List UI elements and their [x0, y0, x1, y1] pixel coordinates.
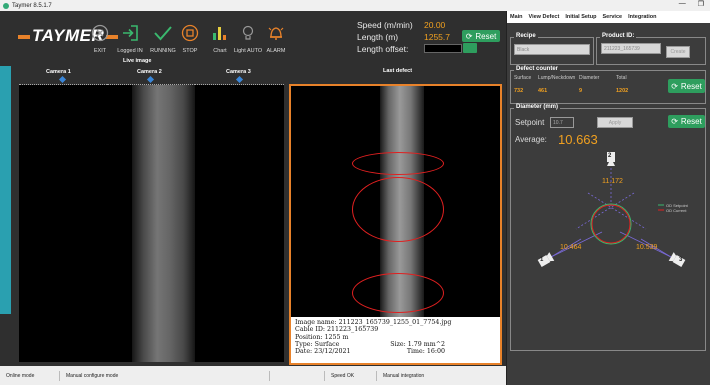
tab-service[interactable]: Service	[599, 11, 625, 23]
counter-reset-button[interactable]: ⟳ Reset	[668, 79, 705, 93]
app-icon	[3, 2, 9, 9]
counter-value-lump: 461	[538, 88, 548, 94]
defect-marker	[352, 273, 444, 313]
camera-2-slider[interactable]	[107, 75, 195, 85]
speed-value: 20.00	[424, 20, 446, 30]
length-reset-button[interactable]: ⟳ Reset	[462, 30, 500, 42]
live-image	[19, 85, 284, 362]
refresh-icon: ⟳	[465, 31, 473, 41]
status-mode: Online mode	[0, 370, 60, 381]
counter-header-diameter: Diameter	[579, 75, 600, 81]
length-offset-input[interactable]	[424, 44, 462, 53]
offset-apply-button[interactable]	[463, 43, 477, 53]
camera-3-marker: 3	[679, 257, 683, 263]
product-id-input[interactable]: 211223_165739	[601, 43, 661, 54]
slider-knob[interactable]	[146, 75, 155, 84]
defect-cable-id: Cable ID: 211223_165739	[295, 326, 379, 334]
status-bar: Online mode Manual configure mode Speed …	[0, 366, 506, 385]
login-button[interactable]: Logged IN	[112, 24, 148, 54]
product-id-group: Product ID: 211223_165739 Create	[596, 33, 706, 65]
recipe-title: Recipe	[514, 33, 538, 39]
create-button[interactable]: Create	[666, 46, 690, 58]
counter-header-total: Total	[616, 75, 627, 81]
maximize-button[interactable]: ❐	[698, 0, 704, 8]
counter-header-surface: Surface	[514, 75, 532, 81]
counter-value-diameter: 9	[579, 88, 583, 94]
window-title: Taymer 8.5.1.7	[12, 2, 52, 9]
alarm-button[interactable]: ALARM	[258, 24, 294, 54]
tab-initial-setup[interactable]: Initial Setup	[562, 11, 599, 23]
product-id-title: Product ID:	[600, 33, 637, 39]
defect-counter-group: Defect counter Surface Lump/Neckdown Dia…	[510, 66, 706, 104]
status-integration: Manual integration	[383, 372, 425, 379]
reading-camera-1: 10.464	[560, 244, 582, 251]
defect-marker	[352, 177, 444, 242]
legend-current: OD Current	[666, 208, 687, 213]
reading-camera-3: 10.539	[636, 244, 658, 251]
tab-main[interactable]: Main	[507, 11, 526, 23]
status-blank	[270, 370, 325, 381]
defect-counter-title: Defect counter	[514, 66, 561, 72]
status-speed: Speed OK	[325, 370, 377, 381]
length-label: Length (m)	[357, 32, 399, 42]
defect-time: Time: 16:00	[406, 348, 445, 356]
reading-camera-2: 11.172	[602, 178, 623, 185]
checkmark-icon	[154, 26, 172, 41]
camera-2-label: Camera 2	[137, 69, 162, 75]
defect-size: Size: 1.79 mm^2	[390, 340, 445, 348]
lightbulb-icon	[242, 25, 254, 40]
close-circle-icon	[91, 24, 109, 42]
diameter-group: Diameter (mm) Setpoint 10.7 Apply ⟳ Reset…	[510, 104, 706, 351]
camera-1-slider[interactable]	[19, 75, 107, 85]
defect-marker	[352, 152, 444, 175]
defect-info: Image name: 211223_165739_1255_01_7754.j…	[291, 317, 500, 363]
last-defect-caption: Last defect	[383, 68, 413, 74]
title-bar: Taymer 8.5.1.7 — ❐	[0, 0, 710, 11]
live-image-caption: Live image	[123, 58, 152, 64]
bar-chart-icon	[213, 27, 226, 40]
alarm-bell-icon	[268, 27, 284, 40]
camera-1-label: Camera 1	[46, 69, 71, 75]
counter-value-surface: 732	[514, 88, 524, 94]
slider-knob[interactable]	[235, 75, 243, 84]
defect-image-name: Image name: 211223_165739_1255_01_7754.j…	[295, 319, 452, 326]
login-icon	[123, 25, 138, 41]
slider-knob[interactable]	[58, 75, 67, 84]
defect-type: Type: Surface	[295, 340, 340, 348]
cable-image	[132, 85, 195, 362]
length-value: 1255.7	[424, 32, 450, 42]
counter-header-lump: Lump/Neckdown	[538, 75, 576, 81]
defect-date: Date: 23/12/2021	[295, 348, 351, 356]
status-configure: Manual configure mode	[60, 370, 270, 381]
recipe-select[interactable]: Black	[514, 44, 590, 55]
minimize-button[interactable]: —	[679, 0, 686, 8]
diameter-diagram	[537, 152, 686, 267]
stop-icon	[181, 24, 199, 42]
settings-panel: Main View Defect Initial Setup Service I…	[506, 11, 710, 385]
camera-1-marker: 1	[540, 257, 544, 263]
last-defect-panel: Image name: 211223_165739_1255_01_7754.j…	[289, 84, 502, 365]
refresh-icon: ⟳	[671, 81, 678, 91]
tab-integration[interactable]: Integration	[625, 11, 659, 23]
speed-label: Speed (m/min)	[357, 20, 413, 30]
recipe-group: Recipe Black	[510, 33, 594, 65]
tab-view-defect[interactable]: View Defect	[526, 11, 563, 23]
camera-3-label: Camera 3	[226, 69, 251, 75]
camera-3-slider[interactable]	[195, 75, 284, 85]
defect-position: Position: 1255 m	[295, 333, 349, 341]
camera-2-marker: 2	[608, 153, 612, 159]
length-offset-label: Length offset:	[357, 44, 409, 54]
counter-value-total: 1202	[616, 88, 629, 94]
tab-bar: Main View Defect Initial Setup Service I…	[507, 11, 710, 23]
accent-bar	[0, 66, 11, 314]
